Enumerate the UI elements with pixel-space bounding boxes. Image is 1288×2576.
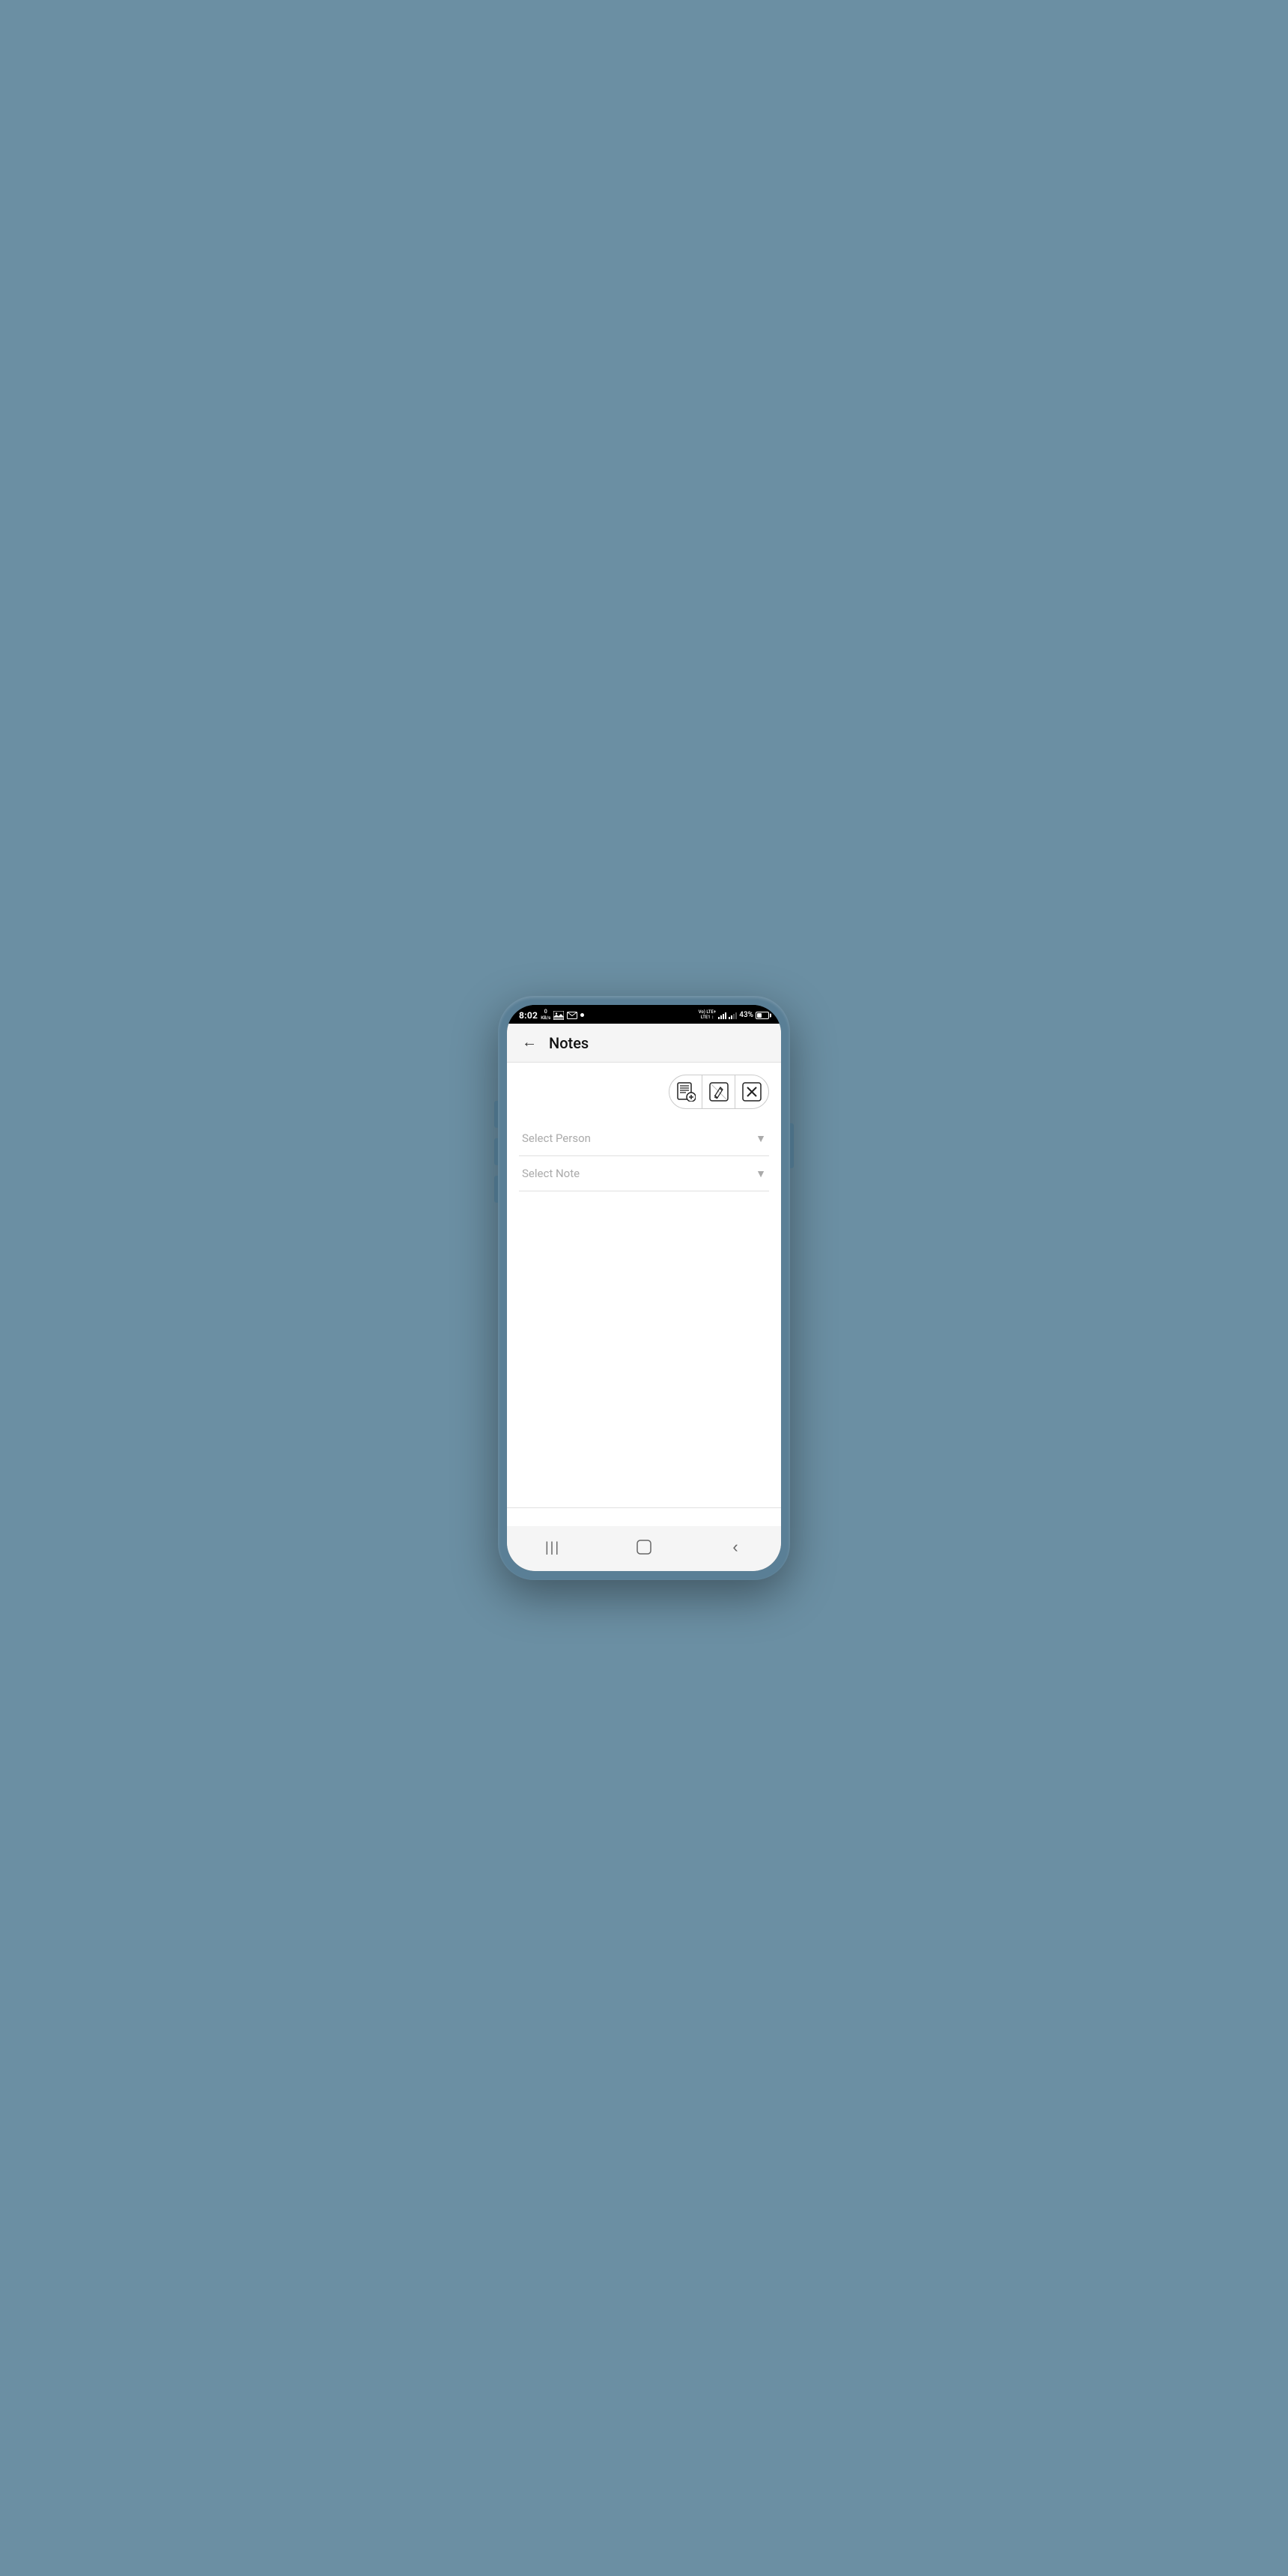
page-title: Notes <box>549 1034 589 1052</box>
notification-dot <box>580 1013 584 1017</box>
recents-icon: ||| <box>545 1540 560 1555</box>
phone-screen: 8:02 0 KB/s <box>507 1005 781 1571</box>
status-bar: 8:02 0 KB/s <box>507 1005 781 1024</box>
home-button[interactable] <box>628 1535 660 1559</box>
status-kb: 0 KB/s <box>541 1009 550 1021</box>
back-button[interactable]: ← <box>519 1033 540 1053</box>
home-icon <box>636 1539 652 1555</box>
back-nav-button[interactable]: ‹ <box>719 1535 752 1559</box>
select-person-arrow-icon: ▼ <box>756 1132 766 1145</box>
select-person-dropdown[interactable]: Select Person ▼ <box>519 1121 769 1156</box>
toolbar-row <box>519 1075 769 1109</box>
status-right: Vo) LTE+LTE1 ↕ 43% <box>699 1010 769 1020</box>
app-bar: ← Notes <box>507 1024 781 1063</box>
select-note-dropdown[interactable]: Select Note ▼ <box>519 1156 769 1191</box>
battery-percent: 43% <box>739 1011 753 1019</box>
gallery-icon <box>553 1011 564 1020</box>
select-person-label: Select Person <box>522 1131 591 1145</box>
select-note-label: Select Note <box>522 1167 580 1180</box>
back-nav-icon: ‹ <box>732 1537 738 1557</box>
battery-fill <box>757 1013 762 1018</box>
content-spacer <box>519 1191 769 1507</box>
delete-x-icon <box>742 1082 762 1102</box>
nav-bar: ||| ‹ <box>507 1526 781 1571</box>
app-screen: ← Notes <box>507 1024 781 1571</box>
battery-icon <box>756 1012 769 1019</box>
edit-button[interactable] <box>702 1075 735 1108</box>
add-notepad-icon <box>676 1082 696 1102</box>
status-time: 8:02 <box>519 1010 538 1021</box>
toolbar-group <box>669 1075 769 1109</box>
status-left: 8:02 0 KB/s <box>519 1009 584 1021</box>
edit-pencil-icon <box>709 1082 729 1102</box>
delete-button[interactable] <box>735 1075 768 1108</box>
phone-device: 8:02 0 KB/s <box>498 996 790 1580</box>
select-note-arrow-icon: ▼ <box>756 1167 766 1180</box>
email-icon <box>567 1012 577 1019</box>
recents-button[interactable]: ||| <box>536 1535 569 1559</box>
add-note-button[interactable] <box>669 1075 702 1108</box>
lte-label: Vo) LTE+LTE1 ↕ <box>699 1010 717 1020</box>
content-divider <box>507 1507 781 1508</box>
signal-bars-2 <box>729 1012 737 1019</box>
content-area: Select Person ▼ Select Note ▼ <box>507 1063 781 1526</box>
signal-bars-1 <box>718 1012 726 1019</box>
